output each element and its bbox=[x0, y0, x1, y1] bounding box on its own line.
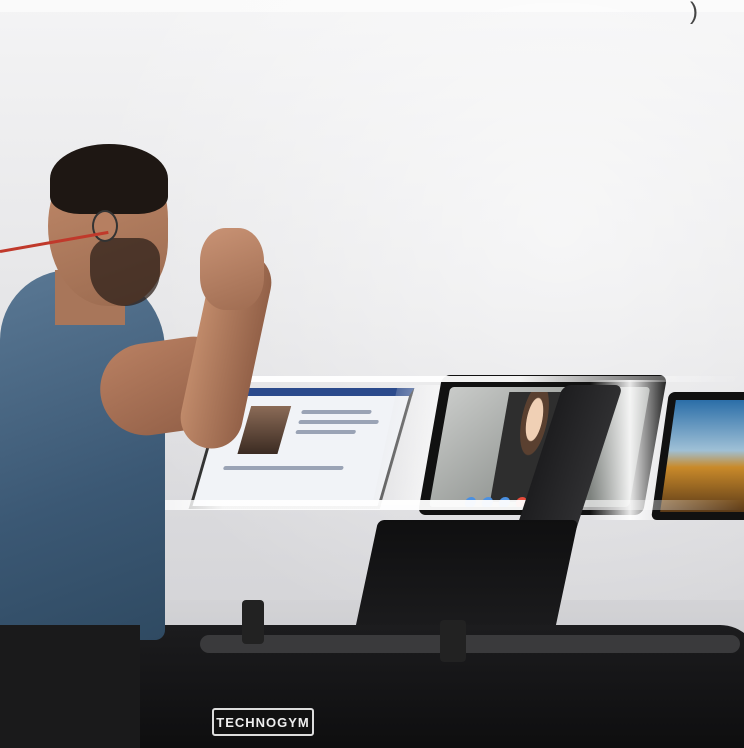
runner-beard bbox=[90, 238, 160, 306]
hero-image: ) TECHNOGYM bbox=[0, 0, 744, 748]
runner-fist bbox=[200, 228, 264, 310]
runner-shirt bbox=[0, 270, 165, 640]
runner-shorts bbox=[0, 625, 140, 748]
earphone-icon bbox=[92, 210, 118, 242]
runner bbox=[0, 0, 744, 748]
runner-hair bbox=[50, 144, 168, 214]
